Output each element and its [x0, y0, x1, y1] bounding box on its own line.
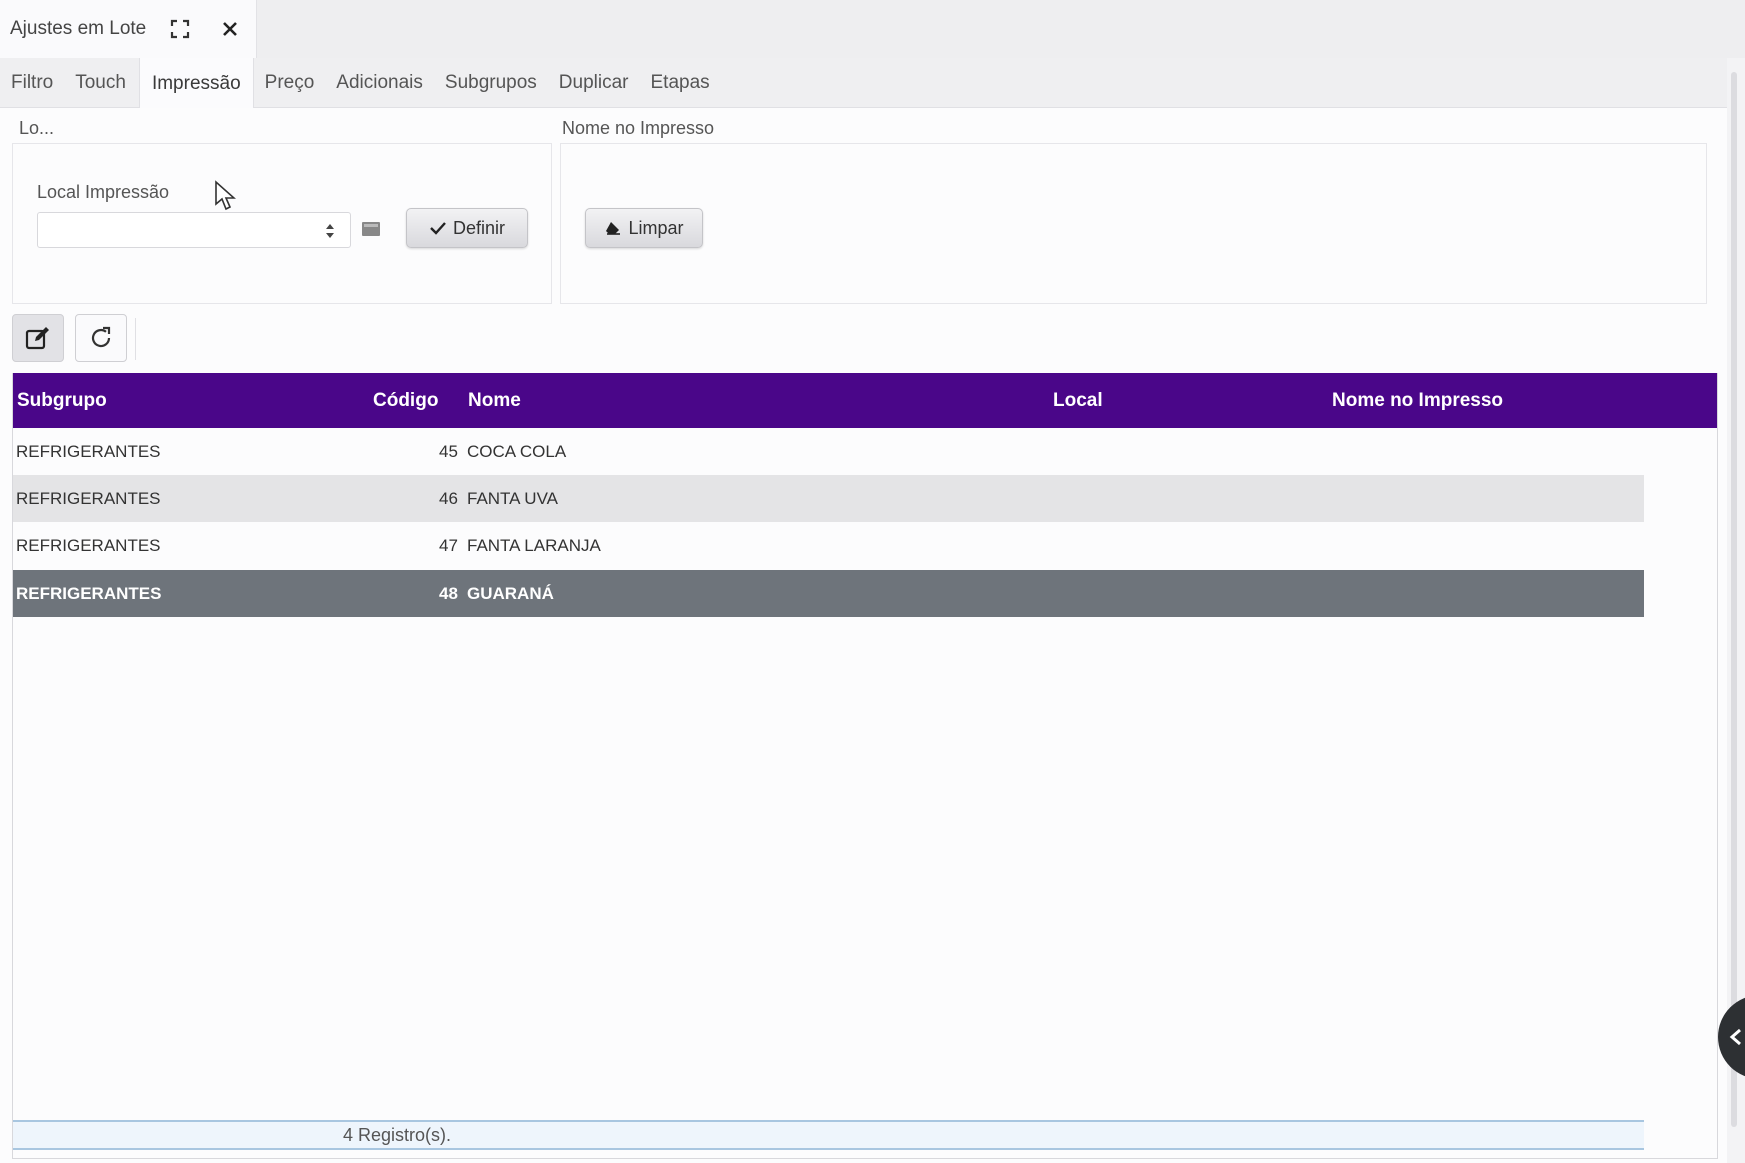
close-icon[interactable] [216, 15, 244, 43]
local-impressao-select[interactable] [37, 212, 351, 248]
definir-button[interactable]: Definir [406, 208, 528, 248]
chevron-left-icon [1729, 1028, 1741, 1046]
cell-nome: FANTA UVA [467, 488, 559, 508]
cell-subgrupo: REFRIGERANTES [16, 583, 162, 603]
cell-codigo: 48 [439, 583, 458, 603]
tab-duplicar[interactable]: Duplicar [548, 58, 640, 108]
name-panel-legend: Nome no Impresso [562, 118, 715, 138]
eraser-icon [606, 222, 621, 235]
tab-impressao[interactable]: Impressão [138, 58, 254, 109]
tab-bar: Filtro Touch Impressão Preço Adicionais … [0, 58, 1727, 109]
column-header-subgrupo[interactable]: Subgrupo [17, 373, 107, 428]
page-scrollbar[interactable] [1731, 72, 1737, 1127]
tab-touch[interactable]: Touch [64, 58, 137, 108]
cell-subgrupo: REFRIGERANTES [16, 441, 161, 461]
column-header-local[interactable]: Local [1053, 373, 1103, 428]
local-panel-legend: Lo... [19, 118, 55, 138]
column-header-nome-impresso[interactable]: Nome no Impresso [1332, 373, 1503, 428]
select-arrows-icon [326, 224, 334, 238]
field-options-icon[interactable] [362, 222, 380, 236]
table-row[interactable]: REFRIGERANTES 45 COCA COLA [13, 428, 1644, 475]
grid-footer: 4 Registro(s). [13, 1120, 1644, 1150]
cell-subgrupo: REFRIGERANTES [16, 488, 161, 508]
definir-button-label: Definir [452, 217, 505, 238]
refresh-button[interactable] [75, 314, 127, 362]
column-header-nome[interactable]: Nome [468, 373, 521, 428]
name-panel [560, 143, 1707, 304]
record-count: 4 Registro(s). [343, 1125, 452, 1145]
cell-codigo: 46 [439, 488, 458, 508]
limpar-button-label: Limpar [628, 217, 684, 238]
window-tab-strip [257, 0, 1745, 58]
maximize-icon[interactable] [166, 15, 194, 43]
refresh-icon [91, 326, 111, 348]
local-impressao-label: Local Impressão [37, 182, 170, 202]
check-icon [430, 222, 446, 235]
tab-adicionais[interactable]: Adicionais [325, 58, 434, 108]
table-row[interactable]: REFRIGERANTES 46 FANTA UVA [13, 475, 1644, 522]
edit-icon [25, 327, 49, 350]
cell-nome: GUARANÁ [467, 583, 554, 603]
column-header-codigo[interactable]: Código [373, 373, 438, 428]
cell-codigo: 47 [439, 535, 458, 555]
table-row-selected[interactable]: REFRIGERANTES 48 GUARANÁ [13, 570, 1644, 617]
window-title: Ajustes em Lote [10, 18, 147, 39]
cell-subgrupo: REFRIGERANTES [16, 535, 161, 555]
cell-codigo: 45 [439, 441, 458, 461]
tab-filtro[interactable]: Filtro [0, 58, 64, 108]
toolbar-separator [135, 318, 136, 360]
cell-nome: FANTA LARANJA [467, 535, 601, 555]
grid-header: Subgrupo Código Nome Local Nome no Impre… [13, 373, 1717, 428]
mouse-cursor-icon [215, 180, 236, 211]
products-grid: Subgrupo Código Nome Local Nome no Impre… [12, 373, 1718, 1159]
table-row[interactable]: REFRIGERANTES 47 FANTA LARANJA [13, 522, 1644, 569]
tab-subgrupos[interactable]: Subgrupos [434, 58, 548, 108]
window-tab[interactable]: Ajustes em Lote [0, 0, 257, 58]
tab-etapas[interactable]: Etapas [640, 58, 721, 108]
cell-nome: COCA COLA [467, 441, 567, 461]
edit-button[interactable] [12, 314, 64, 362]
tab-preco[interactable]: Preço [254, 58, 326, 108]
limpar-button[interactable]: Limpar [585, 208, 703, 248]
